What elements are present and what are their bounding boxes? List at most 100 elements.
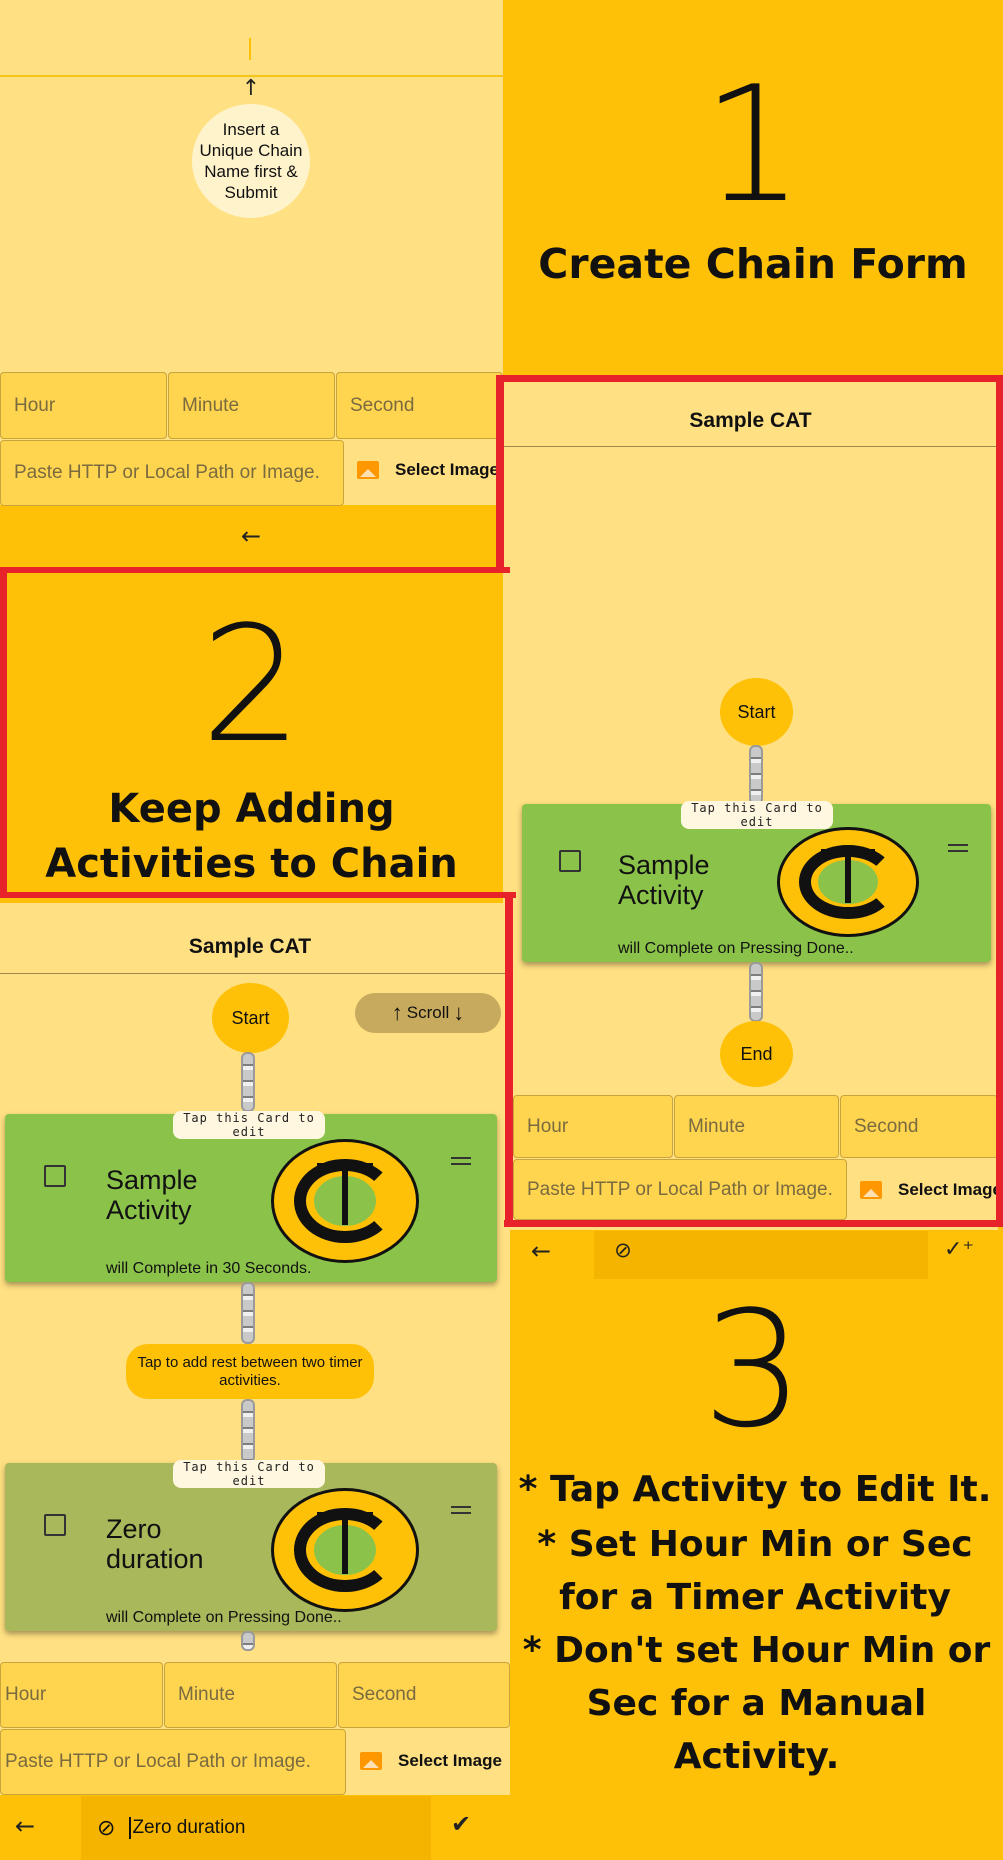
image-path-input[interactable]: Paste HTTP or Local Path or Image. [0,440,344,506]
add-task-icon[interactable]: ✓⁺ [942,1237,976,1262]
tap-to-edit-note: Tap this Card to edit [173,1111,325,1139]
chain-link [241,1282,255,1344]
select-image-label: Select Image [398,1751,502,1770]
image-icon [360,1752,382,1770]
hour-placeholder: Hour [14,394,56,416]
second-field[interactable]: Second [840,1095,998,1158]
step-3-instruction-2: * Set Hour Min or Sec for a Timer Activi… [537,1524,973,1618]
chain-link [749,962,763,1022]
step-3-number: 3 [702,1276,804,1463]
minute-placeholder: Minute [178,1684,236,1705]
activity-name-value: Zero duration [132,1817,246,1838]
add-rest-label: Tap to add rest between two timer activi… [137,1353,363,1389]
drag-handle-icon[interactable] [451,1157,471,1165]
chain-logo [777,827,919,937]
minute-placeholder: Minute [182,394,240,416]
scroll-button[interactable]: ↑ Scroll ↓ [355,993,501,1033]
select-image-label: Select Image [395,460,499,479]
scroll-label: Scroll [406,1003,450,1022]
activity-checkbox[interactable] [44,1165,66,1187]
chain-logo [271,1139,419,1263]
second-field[interactable]: Second [338,1662,510,1728]
tap-to-edit-note: Tap this Card to edit [173,1460,325,1488]
timer-input-bar[interactable] [594,1231,928,1279]
arrow-up-icon: ↑ [241,76,261,101]
image-icon [860,1181,882,1199]
end-node: End [720,1021,793,1087]
hour-field[interactable]: Hour [0,1662,163,1728]
step-1-number: 1 [702,51,804,238]
step-3-instruction-1: * Tap Activity to Edit It. [518,1469,992,1510]
tap-to-edit-note: Tap this Card to edit [681,801,833,829]
drag-handle-icon[interactable] [451,1506,471,1514]
done-all-icon[interactable]: ✔ [444,1810,478,1838]
step-2-caption: Keep Adding Activities to Chain [45,786,458,887]
hour-placeholder: Hour [5,1684,47,1705]
activity-subtitle: will Complete on Pressing Done.. [618,940,854,957]
frame-seg [496,375,504,573]
chain-link [749,745,763,805]
hour-field[interactable]: Hour [513,1095,673,1158]
panel2-divider [503,446,998,447]
second-field[interactable]: Second [336,372,503,439]
start-label: Start [737,701,776,722]
hour-field[interactable]: Hour [0,372,167,439]
activity-checkbox[interactable] [44,1514,66,1536]
select-image-button[interactable]: Select Image [860,1180,1002,1200]
hour-placeholder: Hour [527,1115,569,1137]
step-1-caption: Create Chain Form [538,240,968,288]
drag-handle-icon[interactable] [948,844,968,852]
image-icon [357,461,379,479]
select-image-label: Select Image [898,1180,1002,1199]
activity-checkbox[interactable] [559,850,581,872]
activity-subtitle: will Complete on Pressing Done.. [106,1609,342,1626]
frame-seg [0,567,510,573]
timer-off-icon: ⊘ [97,1815,116,1840]
chain-link [241,1631,255,1651]
minute-field[interactable]: Minute [164,1662,337,1728]
arrow-left-icon[interactable]: ← [10,1812,40,1840]
panel3-divider [0,973,510,974]
hint-bubble: Insert a Unique Chain Name first & Submi… [192,104,310,218]
chain-name-cursor [249,38,251,60]
second-placeholder: Second [854,1115,919,1137]
frame-seg [996,375,1003,1227]
chain-link [241,1052,255,1112]
image-path-placeholder: Paste HTTP or Local Path or Image. [527,1178,833,1200]
activity-subtitle: will Complete in 30 Seconds. [106,1260,312,1277]
select-image-button[interactable]: Select Image [360,1751,502,1771]
panel3-title: Sample CAT [188,935,312,958]
frame-seg [505,892,513,1227]
image-path-input[interactable]: Paste HTTP or Local Path or Image. [513,1159,847,1220]
activity-title: Sample Activity [106,1165,198,1225]
frame-seg [0,892,516,898]
step-2-number: 2 [200,591,303,778]
second-placeholder: Second [352,1684,417,1705]
image-path-placeholder: Paste HTTP or Local Path or Image. [14,462,320,483]
arrow-left-icon[interactable]: ← [526,1237,556,1265]
panel2-title: Sample CAT [689,409,812,432]
chain-link [241,1399,255,1463]
minute-field[interactable]: Minute [674,1095,839,1158]
start-node: Start [212,983,289,1053]
chain-logo [271,1488,419,1612]
step-3-instruction-3: * Don't set Hour Min or Sec for a Manual… [522,1630,991,1777]
minute-field[interactable]: Minute [168,372,335,439]
frame-seg [504,1220,1003,1227]
activity-title: Sample Activity [618,850,710,910]
activity-title: Zero duration [106,1514,204,1574]
image-path-input[interactable]: Paste HTTP or Local Path or Image. [0,1729,346,1795]
select-image-button[interactable]: Select Image [357,460,499,480]
minute-placeholder: Minute [688,1115,746,1137]
frame-seg [496,375,1003,382]
activity-card[interactable] [5,1463,497,1631]
arrow-down-icon: ↓ [453,1000,465,1025]
arrow-left-icon[interactable]: ← [236,522,266,550]
start-node: Start [720,678,793,746]
hint-bubble-text: Insert a Unique Chain Name first & Submi… [199,120,303,202]
activity-name-input[interactable]: ⊘ Zero duration [81,1796,431,1860]
second-placeholder: Second [350,394,415,416]
add-rest-button[interactable]: Tap to add rest between two timer activi… [126,1344,374,1399]
activity-card[interactable] [5,1114,497,1282]
end-label: End [740,1043,773,1064]
